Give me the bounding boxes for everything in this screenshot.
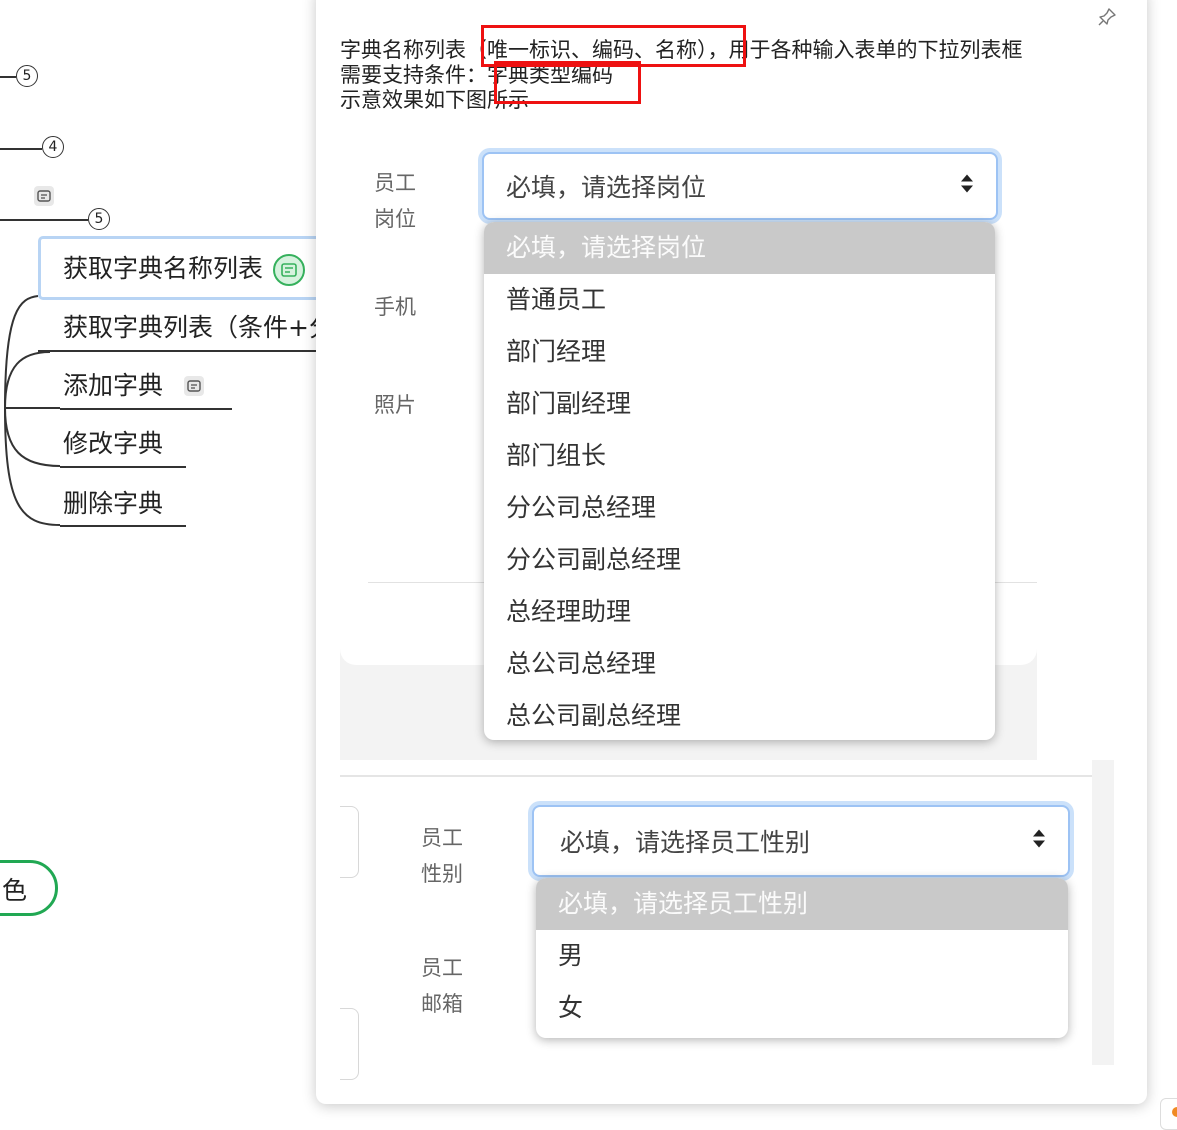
dropdown-option[interactable]: 必填，请选择员工性别 [536,878,1068,930]
branch-line [60,525,186,527]
branch-line [60,466,186,468]
input-edge [340,1008,359,1080]
field-label: 照片 [374,393,416,417]
dropdown-option[interactable]: 部门组长 [484,430,995,482]
input-edge [340,806,359,878]
field-label: 手机 [374,295,416,319]
mindmap-node[interactable]: 删除字典 [63,487,163,521]
dropdown-option[interactable]: 必填，请选择岗位 [484,222,995,274]
gender-select[interactable]: 必填，请选择员工性别 [532,805,1070,877]
branch-line [0,76,16,78]
mindmap-node[interactable]: 添加字典 [63,369,163,403]
note-icon[interactable] [184,376,204,396]
field-label: 邮箱 [421,992,463,1016]
branch-line [0,148,42,150]
dropdown-option[interactable]: 总公司总经理 [484,638,995,690]
highlight-box [494,61,641,104]
divider [340,775,1092,777]
sort-arrows-icon [1032,827,1046,856]
dropdown-option[interactable]: 普通员工 [484,274,995,326]
mindmap-node[interactable]: 修改字典 [63,427,163,461]
dropdown-option[interactable]: 总公司副总经理 [484,690,995,740]
dropdown-option[interactable]: 总经理助理 [484,586,995,638]
dropdown-option[interactable]: 分公司副总经理 [484,534,995,586]
dropdown-option[interactable]: 部门副经理 [484,378,995,430]
sort-arrows-icon [960,172,974,201]
field-label: 员工 [374,171,416,195]
dropdown-option[interactable]: 分公司总经理 [484,482,995,534]
note-icon[interactable] [273,254,306,286]
note-icon[interactable] [34,186,54,206]
pin-icon[interactable] [1096,6,1118,32]
mindmap-node-label: 获取字典名称列表 [63,254,264,283]
position-select[interactable]: 必填，请选择岗位 [482,152,998,220]
gender-dropdown[interactable]: 必填，请选择员工性别 男 女 [536,878,1068,1038]
select-value: 必填，请选择员工性别 [560,828,811,857]
dropdown-option[interactable]: 部门经理 [484,326,995,378]
mindmap-node-role[interactable]: 角色 [0,860,58,916]
dropdown-option[interactable]: 女 [536,982,1068,1034]
field-label: 性别 [421,862,463,886]
field-label: 岗位 [374,207,416,231]
mindmap-node-label: 添加字典 [63,371,164,400]
mindmap-node[interactable]: 获取字典名称列表 [63,252,306,286]
branch-line [60,408,232,410]
corner-app-icon[interactable] [1160,1098,1177,1130]
collapsed-count-badge[interactable]: 4 [42,136,64,158]
dropdown-option[interactable]: 男 [536,930,1068,982]
field-label: 员工 [421,956,463,980]
mindmap-node[interactable]: 获取字典列表（条件+分 [63,311,334,345]
field-label: 员工 [421,826,463,850]
collapsed-count-badge[interactable]: 5 [16,65,38,87]
branch-line [0,219,88,221]
collapsed-count-badge[interactable]: 5 [88,208,110,230]
note-line: 示意效果如下图所示 [340,88,529,112]
position-dropdown[interactable]: 必填，请选择岗位 普通员工 部门经理 部门副经理 部门组长 分公司总经理 分公司… [484,222,995,740]
select-value: 必填，请选择岗位 [506,173,707,202]
branch-line [38,350,328,352]
